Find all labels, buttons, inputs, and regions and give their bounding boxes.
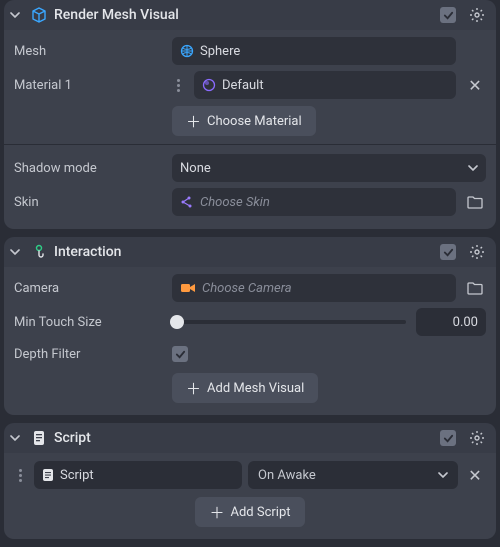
plus-icon: ＋ [186, 378, 201, 399]
skin-placeholder: Choose Skin [200, 195, 448, 210]
camera-label: Camera [14, 281, 164, 296]
component-body: Mesh Sphere Material 1 Default ✕ [4, 30, 496, 229]
camera-field[interactable]: Choose Camera [172, 274, 456, 302]
shadow-label: Shadow mode [14, 161, 164, 176]
add-script-row: ＋ Add Script [14, 493, 486, 529]
add-mesh-row: ＋ Add Mesh Visual [14, 369, 486, 405]
chevron-down-icon [438, 470, 448, 480]
enabled-checkbox[interactable] [440, 7, 456, 23]
mesh-label: Mesh [14, 44, 164, 59]
script-icon [30, 429, 48, 447]
folder-icon [467, 195, 483, 209]
component-header[interactable]: Interaction [4, 237, 496, 267]
add-mesh-visual-button[interactable]: ＋ Add Mesh Visual [172, 373, 318, 403]
component-title: Render Mesh Visual [54, 7, 434, 23]
drag-handle-icon[interactable] [14, 469, 26, 482]
choose-material-row: ＋ Choose Material [14, 102, 486, 138]
touch-icon [30, 243, 48, 261]
script-file-icon [42, 468, 54, 482]
material-label: Material 1 [14, 78, 164, 93]
gear-icon[interactable] [468, 243, 486, 261]
min-touch-label: Min Touch Size [14, 315, 164, 330]
cube-icon [30, 6, 48, 24]
script-event-dropdown[interactable]: On Awake [248, 461, 458, 489]
chevron-down-icon [10, 247, 24, 257]
component-render-mesh: Render Mesh Visual Mesh Sphere Material … [4, 0, 496, 229]
depth-filter-row: Depth Filter [14, 339, 486, 369]
mesh-row: Mesh Sphere [14, 34, 486, 68]
shadow-dropdown[interactable]: None [172, 154, 486, 182]
add-mesh-label: Add Mesh Visual [207, 381, 304, 396]
close-icon: ✕ [468, 76, 481, 95]
material-field[interactable]: Default [194, 71, 456, 99]
choose-material-label: Choose Material [207, 114, 302, 129]
browse-camera-button[interactable] [464, 281, 486, 295]
component-header[interactable]: Script [4, 423, 496, 453]
script-entry-row: Script On Awake ✕ [14, 457, 486, 493]
shadow-value: None [180, 161, 462, 176]
component-interaction: Interaction Camera Choose Camera Min Tou… [4, 237, 496, 415]
script-event-value: On Awake [258, 468, 316, 483]
component-body: Script On Awake ✕ ＋ Add Script [4, 453, 496, 539]
plus-icon: ＋ [186, 111, 201, 132]
shadow-row: Shadow mode None [14, 151, 486, 185]
material-icon [202, 78, 216, 92]
min-touch-slider[interactable] [172, 320, 406, 324]
camera-row: Camera Choose Camera [14, 271, 486, 305]
skin-row: Skin Choose Skin [14, 185, 486, 219]
slider-thumb[interactable] [170, 315, 184, 329]
skin-icon [180, 195, 194, 209]
divider [4, 144, 496, 145]
component-title: Script [54, 430, 434, 446]
depth-filter-label: Depth Filter [14, 347, 164, 362]
camera-icon [180, 282, 196, 294]
script-asset-label: Script [60, 468, 234, 483]
browse-skin-button[interactable] [464, 195, 486, 209]
chevron-down-icon [10, 10, 24, 20]
sphere-icon [180, 44, 194, 58]
gear-icon[interactable] [468, 429, 486, 447]
folder-icon [467, 281, 483, 295]
camera-placeholder: Choose Camera [202, 281, 448, 296]
chevron-down-icon [10, 433, 24, 443]
mesh-value: Sphere [200, 44, 448, 59]
min-touch-input[interactable]: 0.00 [416, 308, 486, 336]
add-script-label: Add Script [231, 505, 291, 520]
remove-script-button[interactable]: ✕ [464, 466, 486, 485]
component-header[interactable]: Render Mesh Visual [4, 0, 496, 30]
remove-material-button[interactable]: ✕ [464, 76, 486, 95]
close-icon: ✕ [468, 466, 481, 485]
enabled-checkbox[interactable] [440, 244, 456, 260]
chevron-down-icon [468, 163, 478, 173]
material-row: Material 1 Default ✕ [14, 68, 486, 102]
material-value: Default [222, 78, 448, 93]
plus-icon: ＋ [209, 502, 224, 523]
depth-filter-checkbox[interactable] [172, 346, 188, 362]
choose-material-button[interactable]: ＋ Choose Material [172, 106, 316, 136]
enabled-checkbox[interactable] [440, 430, 456, 446]
skin-label: Skin [14, 195, 164, 210]
skin-field[interactable]: Choose Skin [172, 188, 456, 216]
component-body: Camera Choose Camera Min Touch Size 0.00 [4, 267, 496, 415]
mesh-field[interactable]: Sphere [172, 37, 456, 65]
script-asset-field[interactable]: Script [34, 461, 242, 489]
min-touch-value: 0.00 [453, 315, 478, 330]
component-title: Interaction [54, 244, 434, 260]
min-touch-row: Min Touch Size 0.00 [14, 305, 486, 339]
component-script: Script Script On Awake ✕ [4, 423, 496, 539]
drag-handle-icon[interactable] [172, 79, 184, 92]
add-script-button[interactable]: ＋ Add Script [195, 497, 304, 527]
gear-icon[interactable] [468, 6, 486, 24]
